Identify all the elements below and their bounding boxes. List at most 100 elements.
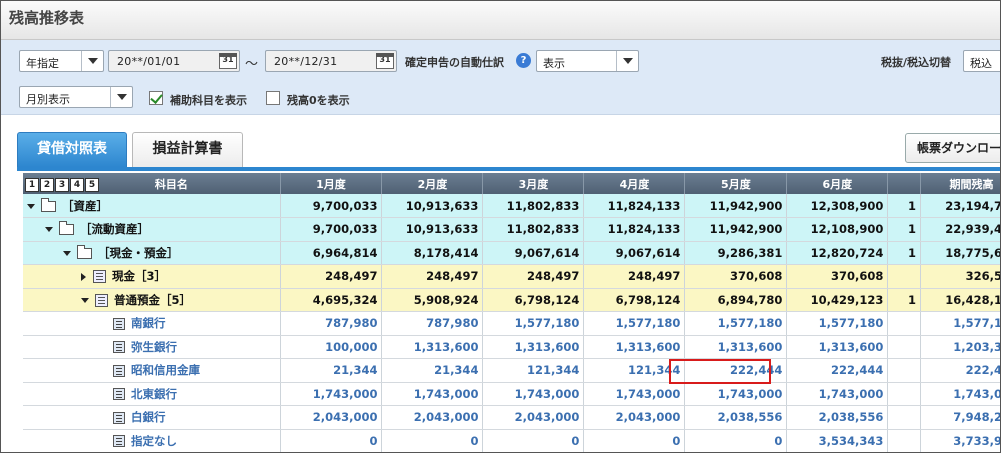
month-value-cell[interactable]: 370,608 <box>786 264 889 289</box>
period-balance-cell[interactable]: 7,948,213 <box>920 405 1000 430</box>
period-balance-cell[interactable]: 16,428,140 <box>920 288 1000 312</box>
truncated-cell[interactable]: 1 <box>887 241 921 265</box>
download-report-button[interactable]: 帳票ダウンロード <box>905 133 1000 163</box>
calendar-icon[interactable]: 31 <box>219 53 237 69</box>
truncated-cell[interactable] <box>887 382 921 406</box>
truncated-cell[interactable]: 1 <box>887 288 921 312</box>
month-value-cell[interactable]: 248,497 <box>482 264 585 289</box>
month-value-cell[interactable]: 1,577,180 <box>786 311 889 336</box>
month-value-cell[interactable]: 222,444 <box>684 358 788 383</box>
month-value-cell[interactable]: 9,067,614 <box>482 241 585 265</box>
truncated-cell[interactable]: 1 <box>887 194 921 218</box>
expand-down-icon[interactable] <box>45 227 53 233</box>
month-value-cell[interactable]: 9,067,614 <box>583 241 686 265</box>
month-value-cell[interactable]: 1,743,000 <box>786 382 889 406</box>
account-name-cell[interactable]: 北東銀行 <box>23 382 281 406</box>
month-value-cell[interactable]: 248,497 <box>381 264 484 289</box>
level-1-button[interactable]: 1 <box>25 177 39 192</box>
truncated-cell[interactable] <box>887 311 921 336</box>
period-balance-cell[interactable]: 18,775,671 <box>920 241 1000 265</box>
column-header-month[interactable]: 6月度 <box>786 173 889 194</box>
month-value-cell[interactable]: 2,038,556 <box>684 405 788 430</box>
month-value-cell[interactable]: 1,577,180 <box>684 311 788 336</box>
month-value-cell[interactable]: 11,824,133 <box>583 194 686 218</box>
month-value-cell[interactable]: 1,577,180 <box>583 311 686 336</box>
column-header-period-balance[interactable]: 期間残高 <box>920 173 1000 194</box>
column-header-month[interactable]: 3月度 <box>482 173 585 194</box>
display-mode-select[interactable]: 月別表示 <box>19 86 133 108</box>
account-name-cell[interactable]: 現金［3］ <box>23 264 281 289</box>
month-value-cell[interactable]: 2,038,556 <box>786 405 889 430</box>
account-name-cell[interactable]: ［現金・預金］ <box>23 241 281 265</box>
account-name-cell[interactable]: ［流動資産］ <box>23 217 281 242</box>
truncated-cell[interactable]: 1 <box>887 217 921 242</box>
account-name-cell[interactable]: 昭和信用金庫 <box>23 358 281 383</box>
month-value-cell[interactable]: 0 <box>381 429 484 452</box>
period-balance-cell[interactable]: 326,538 <box>920 264 1000 289</box>
month-value-cell[interactable]: 222,444 <box>786 358 889 383</box>
month-value-cell[interactable]: 12,308,900 <box>786 194 889 218</box>
month-value-cell[interactable]: 12,108,900 <box>786 217 889 242</box>
period-mode-select[interactable]: 年指定 <box>19 50 104 72</box>
month-value-cell[interactable]: 8,178,414 <box>381 241 484 265</box>
tab-income-statement[interactable]: 損益計算書 <box>132 132 243 167</box>
month-value-cell[interactable]: 1,313,600 <box>381 335 484 359</box>
truncated-cell[interactable] <box>887 264 921 289</box>
account-name-cell[interactable]: 白銀行 <box>23 405 281 430</box>
month-value-cell[interactable]: 100,000 <box>280 335 383 359</box>
table-row[interactable]: 南銀行 787,980 787,980 1,577,180 1,577,180 1,577… <box>23 311 1000 336</box>
month-value-cell[interactable]: 1,743,000 <box>684 382 788 406</box>
month-value-cell[interactable]: 1,313,600 <box>583 335 686 359</box>
tax-select[interactable]: 税込 <box>963 50 1000 72</box>
period-balance-cell[interactable]: 222,444 <box>920 358 1000 383</box>
truncated-cell[interactable] <box>887 429 921 452</box>
month-value-cell[interactable]: 787,980 <box>280 311 383 336</box>
month-value-cell[interactable]: 12,820,724 <box>786 241 889 265</box>
month-value-cell[interactable]: 248,497 <box>280 264 383 289</box>
show-zero-checkbox[interactable] <box>266 91 280 105</box>
month-value-cell[interactable]: 11,942,900 <box>684 194 788 218</box>
truncated-cell[interactable] <box>887 358 921 383</box>
date-to-field[interactable]: 20**/12/31 31 <box>265 50 397 72</box>
month-value-cell[interactable]: 21,344 <box>280 358 383 383</box>
month-value-cell[interactable]: 1,743,000 <box>482 382 585 406</box>
period-balance-cell[interactable]: 3,733,923 <box>920 429 1000 452</box>
month-value-cell[interactable]: 1,577,180 <box>482 311 585 336</box>
month-value-cell[interactable]: 1,743,000 <box>280 382 383 406</box>
month-value-cell[interactable]: 1,743,000 <box>381 382 484 406</box>
month-value-cell[interactable]: 11,942,900 <box>684 217 788 242</box>
month-value-cell[interactable]: 10,429,123 <box>786 288 889 312</box>
period-balance-cell[interactable]: 23,194,730 <box>920 194 1000 218</box>
account-name-cell[interactable]: ［資産］ <box>23 194 281 218</box>
month-value-cell[interactable]: 2,043,000 <box>381 405 484 430</box>
month-value-cell[interactable]: 121,344 <box>583 358 686 383</box>
month-value-cell[interactable]: 10,913,633 <box>381 217 484 242</box>
table-row[interactable]: ［流動資産］ 9,700,033 10,913,633 11,802,833 11,82… <box>23 217 1000 242</box>
expand-down-icon[interactable] <box>27 203 35 209</box>
month-value-cell[interactable]: 0 <box>684 429 788 452</box>
month-value-cell[interactable]: 1,743,000 <box>583 382 686 406</box>
month-value-cell[interactable]: 1,313,600 <box>786 335 889 359</box>
period-balance-cell[interactable]: 1,743,000 <box>920 382 1000 406</box>
account-name-cell[interactable]: 南銀行 <box>23 311 281 336</box>
month-value-cell[interactable]: 10,913,633 <box>381 194 484 218</box>
month-value-cell[interactable]: 21,344 <box>381 358 484 383</box>
month-value-cell[interactable]: 4,695,324 <box>280 288 383 312</box>
level-3-button[interactable]: 3 <box>55 177 69 192</box>
column-header-month[interactable]: 2月度 <box>381 173 484 194</box>
show-sub-accounts-checkbox[interactable] <box>149 91 163 105</box>
month-value-cell[interactable]: 0 <box>583 429 686 452</box>
period-balance-cell[interactable]: 1,577,180 <box>920 311 1000 336</box>
month-value-cell[interactable]: 1,313,600 <box>684 335 788 359</box>
expand-right-icon[interactable] <box>81 272 86 281</box>
month-value-cell[interactable]: 9,700,033 <box>280 217 383 242</box>
month-value-cell[interactable]: 248,497 <box>583 264 686 289</box>
table-row[interactable]: 北東銀行 1,743,000 1,743,000 1,743,000 1,743,000… <box>23 382 1000 406</box>
date-from-field[interactable]: 20**/01/01 31 <box>108 50 240 72</box>
month-value-cell[interactable]: 9,286,381 <box>684 241 788 265</box>
help-icon[interactable]: ? <box>516 53 531 68</box>
table-row[interactable]: 指定なし000003,534,3433,733,923 <box>23 429 1000 452</box>
account-name-cell[interactable]: 弥生銀行 <box>23 335 281 359</box>
month-value-cell[interactable]: 11,824,133 <box>583 217 686 242</box>
period-balance-cell[interactable]: 22,939,400 <box>920 217 1000 242</box>
